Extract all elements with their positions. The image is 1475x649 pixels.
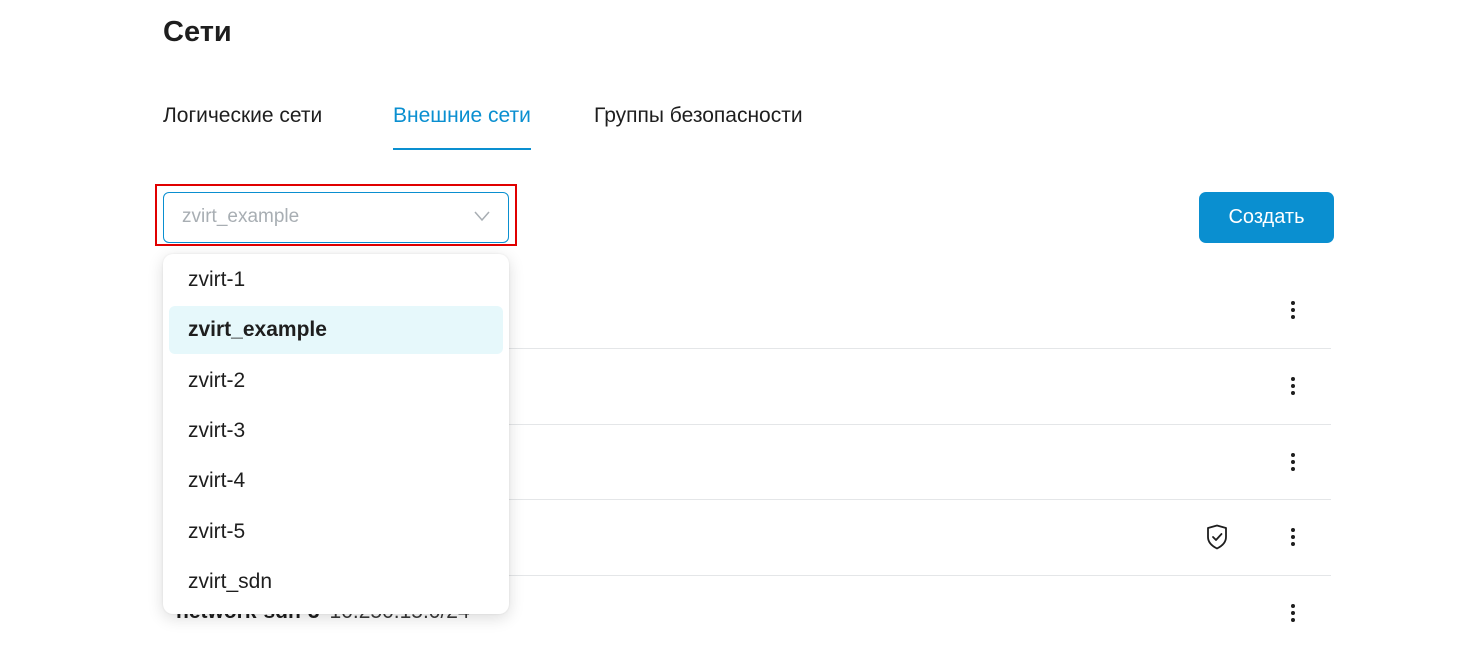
row-menu-button[interactable] bbox=[1284, 526, 1302, 548]
page-title: Сети bbox=[163, 16, 232, 48]
dropdown-option[interactable]: zvirt-4 bbox=[169, 457, 503, 505]
dropdown-option[interactable]: zvirt_sdn bbox=[169, 558, 503, 606]
row-menu-button[interactable] bbox=[1284, 602, 1302, 624]
row-menu-button[interactable] bbox=[1284, 451, 1302, 473]
tab-logical-networks[interactable]: Логические сети bbox=[163, 104, 322, 148]
row-menu-button[interactable] bbox=[1284, 299, 1302, 321]
tab-external-networks[interactable]: Внешние сети bbox=[393, 104, 531, 150]
create-button[interactable]: Создать bbox=[1199, 192, 1334, 243]
tab-security-groups[interactable]: Группы безопасности bbox=[594, 104, 803, 148]
shield-check-icon bbox=[1207, 524, 1227, 550]
dropdown-option[interactable]: zvirt-1 bbox=[169, 256, 503, 304]
dropdown-option[interactable]: zvirt-5 bbox=[169, 508, 503, 556]
provider-dropdown-menu: zvirt-1 zvirt_example zvirt-2 zvirt-3 zv… bbox=[163, 254, 509, 614]
dropdown-option[interactable]: zvirt-2 bbox=[169, 357, 503, 405]
chevron-down-icon bbox=[474, 211, 490, 222]
provider-select[interactable]: zvirt_example bbox=[163, 192, 509, 243]
dropdown-option-selected[interactable]: zvirt_example bbox=[169, 306, 503, 354]
provider-select-value: zvirt_example bbox=[182, 206, 300, 227]
dropdown-option[interactable]: zvirt-3 bbox=[169, 407, 503, 455]
row-menu-button[interactable] bbox=[1284, 375, 1302, 397]
